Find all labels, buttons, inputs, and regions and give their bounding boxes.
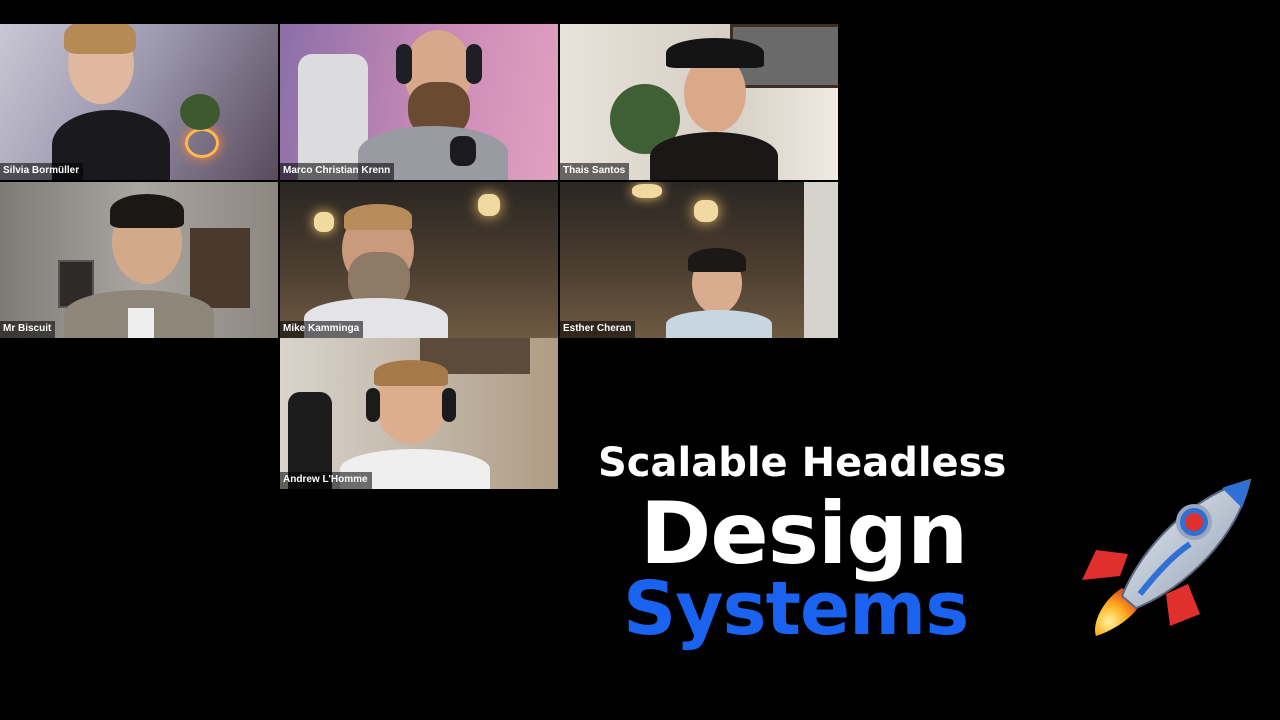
participant-name: Silvia Bormüller [0,163,84,180]
wall-window [804,182,838,338]
person-silhouette [358,24,508,180]
video-tile-mr-biscuit[interactable]: Mr Biscuit [0,182,278,338]
ceiling-lamp [478,194,500,216]
rocket-icon [1082,478,1252,636]
video-tile-marco[interactable]: Marco Christian Krenn [280,24,558,180]
title-line-3: Systems [623,566,969,652]
participant-name: Marco Christian Krenn [280,163,395,180]
plant [180,94,220,130]
video-tile-andrew[interactable]: Andrew L'Homme [280,338,558,489]
participant-name: Mike Kamminga [280,321,364,338]
video-tile-silvia[interactable]: Silvia Bormüller [0,24,278,180]
participant-name: Thais Santos [560,163,630,180]
video-tile-esther[interactable]: Esther Cheran [560,182,838,338]
microphone [450,136,476,166]
person-silhouette [340,338,490,489]
person-silhouette [64,182,214,338]
title-line-1: Scalable Headless [598,440,1007,486]
video-tile-mike[interactable]: Mike Kamminga [280,182,558,338]
participant-name: Mr Biscuit [0,321,56,338]
person-silhouette [40,24,180,180]
video-tile-thais[interactable]: Thais Santos [560,24,838,180]
person-silhouette [658,182,778,338]
participant-name: Andrew L'Homme [280,472,372,489]
person-silhouette [300,182,450,338]
person-silhouette [644,24,784,180]
neon-lamp [185,128,219,158]
video-call-stage: Silvia Bormüller Marco Christian Krenn T… [0,0,1280,720]
participant-name: Esther Cheran [560,321,636,338]
